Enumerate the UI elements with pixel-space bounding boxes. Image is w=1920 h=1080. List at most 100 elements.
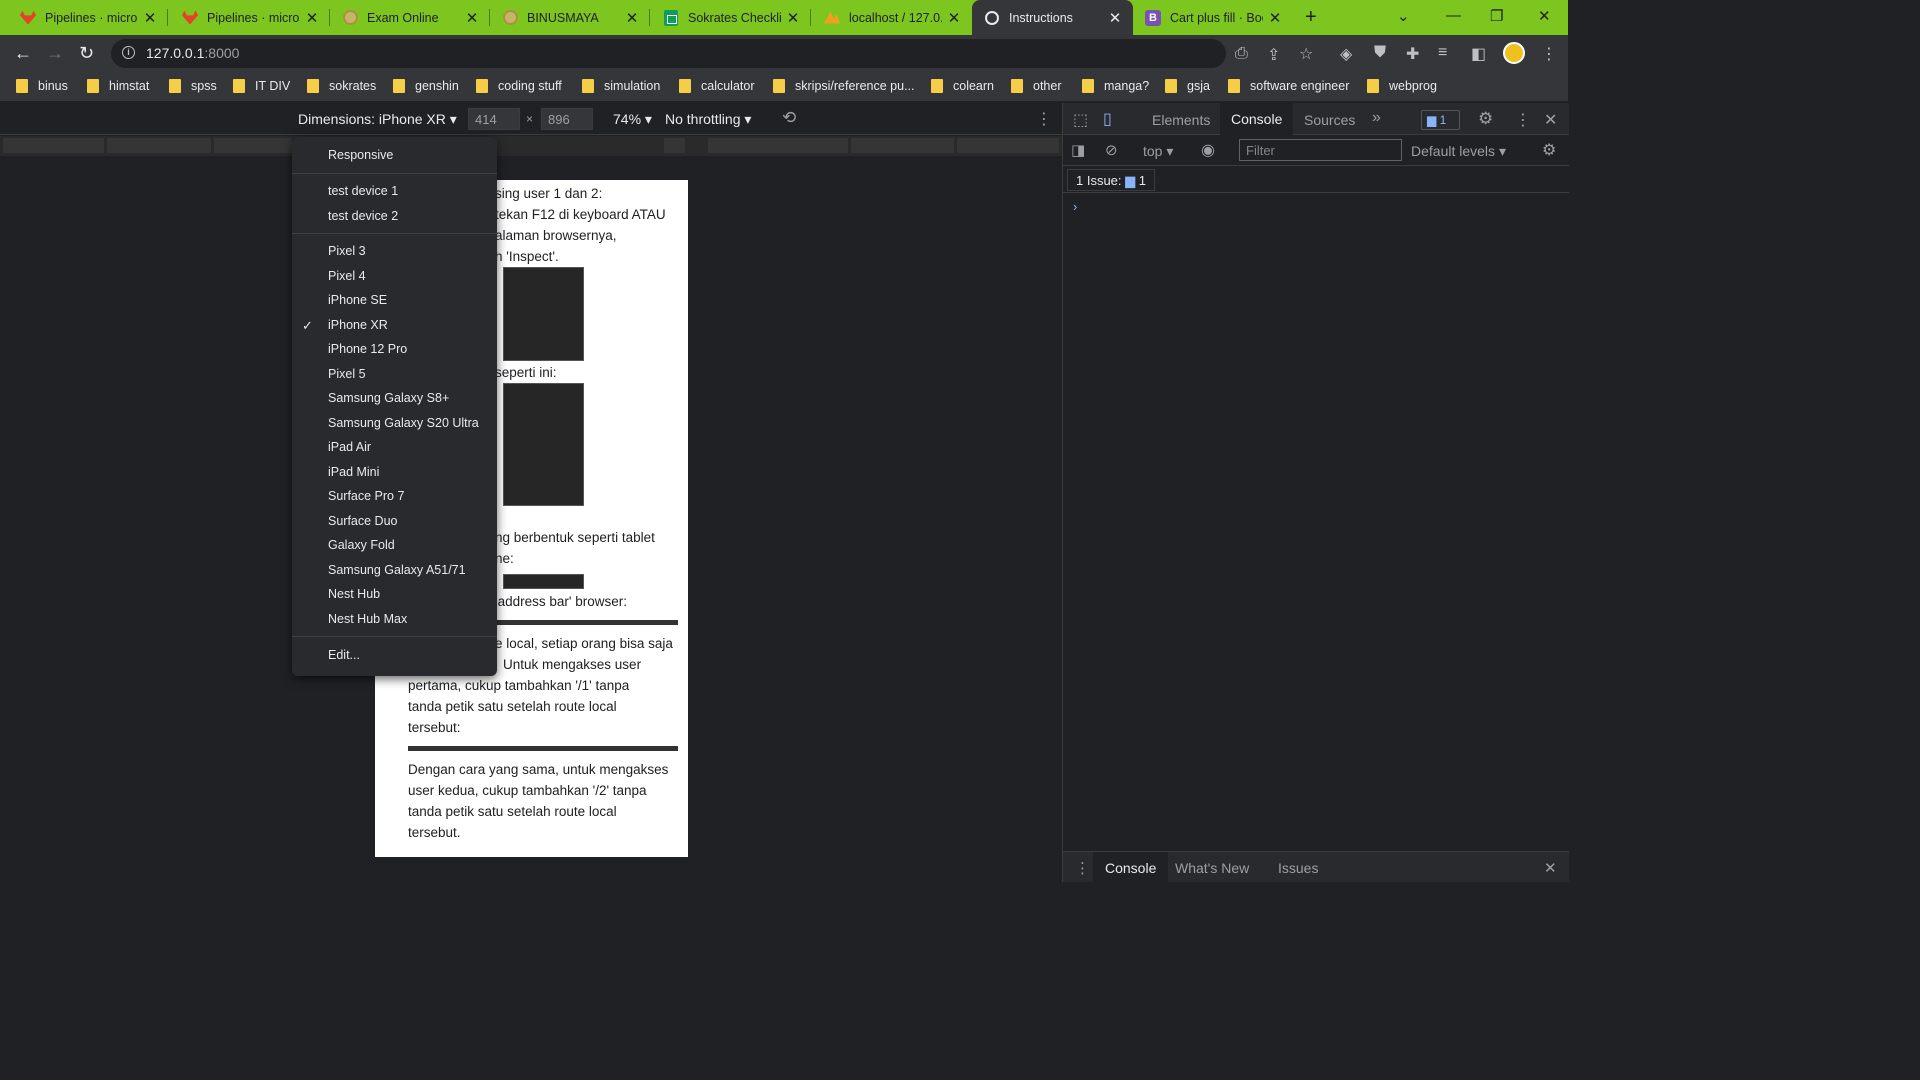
tab-cart-plus[interactable]: B Cart plus fill · Boo ✕ [1125, 0, 1293, 35]
device-dropdown[interactable]: Dimensions: iPhone XR ▾ [298, 111, 457, 128]
tab-sources[interactable]: Sources [1304, 112, 1355, 128]
menu-item-iphone-xr[interactable]: iPhone XR [328, 318, 388, 332]
bookmark-gsja[interactable]: gsja [1165, 79, 1210, 93]
bookmark-other[interactable]: other [1011, 79, 1062, 93]
tab-pipelines-2[interactable]: Pipelines · micros ✕ [162, 0, 330, 35]
throttling-dropdown[interactable]: No throttling ▾ [665, 111, 751, 128]
menu-item-nest-hub-max[interactable]: Nest Hub Max [328, 612, 407, 626]
tab-search-chevron-icon[interactable]: ⌄ [1397, 7, 1410, 25]
menu-item-test-device-2[interactable]: test device 2 [328, 209, 398, 223]
bookmark-genshin[interactable]: genshin [393, 79, 459, 93]
new-tab-plus-icon[interactable]: + [1305, 6, 1317, 29]
menu-item-nest-hub[interactable]: Nest Hub [328, 587, 380, 601]
chrome-menu-icon[interactable]: ⋮ [1541, 44, 1557, 64]
menu-item-galaxy-s8[interactable]: Samsung Galaxy S8+ [328, 391, 449, 405]
bookmark-calculator[interactable]: calculator [679, 79, 755, 93]
media-queue-icon[interactable]: ≡ [1438, 44, 1447, 62]
bookmark-software-engineer[interactable]: software engineer [1228, 79, 1349, 93]
tab-binusmaya[interactable]: BINUSMAYA ✕ [482, 0, 650, 35]
zoom-dropdown[interactable]: 74% ▾ [613, 111, 652, 128]
bookmark-coding-stuff[interactable]: coding stuff [476, 79, 562, 93]
reload-icon[interactable]: ↻ [79, 43, 94, 64]
bookmark-spss[interactable]: spss [169, 79, 217, 93]
tab-pipelines-1[interactable]: Pipelines · micros ✕ [0, 0, 168, 35]
menu-item-surface-duo[interactable]: Surface Duo [328, 514, 397, 528]
maximize-icon[interactable]: ❐ [1490, 7, 1503, 25]
puzzle-extensions-icon[interactable]: ✚ [1406, 44, 1419, 64]
menu-item-ipad-mini[interactable]: iPad Mini [328, 465, 379, 479]
side-panel-icon[interactable]: ◧ [1471, 44, 1486, 64]
more-tabs-icon[interactable]: » [1372, 109, 1381, 127]
drawer-tab-issues[interactable]: Issues [1278, 860, 1318, 876]
height-input[interactable]: 896 [541, 108, 593, 130]
menu-item-pixel-5[interactable]: Pixel 5 [328, 367, 366, 381]
menu-item-pixel-3[interactable]: Pixel 3 [328, 244, 366, 258]
issues-link[interactable]: 1 Issue: ▆ 1 [1067, 169, 1156, 191]
log-levels-dropdown[interactable]: Default levels ▾ [1411, 143, 1506, 160]
rotate-icon[interactable]: ⟲ [782, 108, 796, 128]
menu-item-galaxy-fold[interactable]: Galaxy Fold [328, 538, 395, 552]
minimize-icon[interactable]: — [1446, 7, 1461, 24]
devtools-close-icon[interactable]: ✕ [1544, 110, 1557, 130]
issues-counter-button[interactable]: ▆ 1 [1421, 110, 1460, 130]
tab-localhost[interactable]: localhost / 127.0.0 ✕ [804, 0, 972, 35]
forward-arrow-icon[interactable]: → [46, 43, 64, 64]
device-more-options-icon[interactable]: ⋮ [1036, 109, 1052, 129]
drawer-tab-whats-new[interactable]: What's New [1175, 860, 1249, 876]
back-arrow-icon[interactable]: ← [14, 43, 32, 64]
tab-elements[interactable]: Elements [1152, 112, 1210, 128]
bookmark-binus[interactable]: binus [16, 79, 68, 93]
close-icon[interactable]: ✕ [300, 9, 324, 27]
bookmark-skripsi[interactable]: skripsi/reference pu... [773, 79, 915, 93]
shield-icon[interactable]: ⛊ [1374, 44, 1386, 62]
menu-item-iphone-12-pro[interactable]: iPhone 12 Pro [328, 342, 407, 356]
menu-item-test-device-1[interactable]: test device 1 [328, 184, 398, 198]
media-query-bar[interactable] [0, 136, 1062, 156]
menu-item-pixel-4[interactable]: Pixel 4 [328, 269, 366, 283]
close-icon[interactable]: ✕ [942, 9, 966, 27]
tab-instructions[interactable]: Instructions ✕ [972, 0, 1133, 35]
close-icon[interactable]: ✕ [620, 9, 644, 27]
translate-icon[interactable]: ⎙ [1235, 45, 1248, 63]
clear-console-icon[interactable]: ⊘ [1105, 141, 1118, 159]
extension-icon[interactable]: ◈ [1340, 44, 1352, 64]
console-prompt[interactable]: › [1073, 199, 1077, 214]
bookmark-sokrates[interactable]: sokrates [307, 79, 376, 93]
bookmark-webprog[interactable]: webprog [1367, 79, 1437, 93]
drawer-tab-console[interactable]: Console [1093, 852, 1169, 883]
width-input[interactable]: 414 [468, 108, 520, 130]
menu-item-ipad-air[interactable]: iPad Air [328, 440, 371, 454]
sidebar-toggle-icon[interactable]: ◨ [1071, 141, 1085, 159]
share-icon[interactable]: ⇪ [1267, 45, 1280, 65]
console-settings-gear-icon[interactable]: ⚙ [1542, 140, 1556, 160]
close-icon[interactable]: ✕ [1103, 9, 1127, 27]
bookmark-colearn[interactable]: colearn [931, 79, 994, 93]
window-close-icon[interactable]: ✕ [1538, 7, 1551, 25]
console-filter-input[interactable]: Filter [1239, 139, 1402, 161]
drawer-close-icon[interactable]: ✕ [1544, 859, 1557, 877]
tab-sokrates[interactable]: Sokrates Checklis ✕ [643, 0, 811, 35]
inspect-element-icon[interactable]: ⬚ [1073, 110, 1088, 130]
close-icon[interactable]: ✕ [138, 9, 162, 27]
close-icon[interactable]: ✕ [1263, 9, 1287, 27]
tab-exam-online[interactable]: Exam Online ✕ [322, 0, 490, 35]
profile-avatar[interactable] [1503, 42, 1525, 64]
bookmark-it-div[interactable]: IT DIV [233, 79, 290, 93]
device-toggle-icon[interactable]: ▯ [1103, 109, 1112, 129]
tab-console[interactable]: Console [1220, 103, 1294, 135]
settings-gear-icon[interactable]: ⚙ [1478, 109, 1493, 129]
site-info-icon[interactable]: i [122, 46, 135, 59]
bookmark-manga[interactable]: manga? [1082, 79, 1149, 93]
menu-item-responsive[interactable]: Responsive [328, 148, 393, 162]
bookmark-simulation[interactable]: simulation [582, 79, 660, 93]
menu-item-galaxy-s20-ultra[interactable]: Samsung Galaxy S20 Ultra [328, 416, 479, 430]
menu-item-edit[interactable]: Edit... [328, 648, 360, 662]
close-icon[interactable]: ✕ [781, 9, 805, 27]
context-selector[interactable]: top ▾ [1143, 143, 1173, 160]
menu-item-galaxy-a51[interactable]: Samsung Galaxy A51/71 [328, 563, 466, 577]
live-expression-eye-icon[interactable]: ◉ [1201, 140, 1215, 160]
url-text[interactable]: 127.0.0.1:8000 [146, 45, 239, 61]
bookmark-himstat[interactable]: himstat [87, 79, 149, 93]
close-icon[interactable]: ✕ [460, 9, 484, 27]
drawer-menu-icon[interactable]: ⋮ [1075, 859, 1090, 877]
